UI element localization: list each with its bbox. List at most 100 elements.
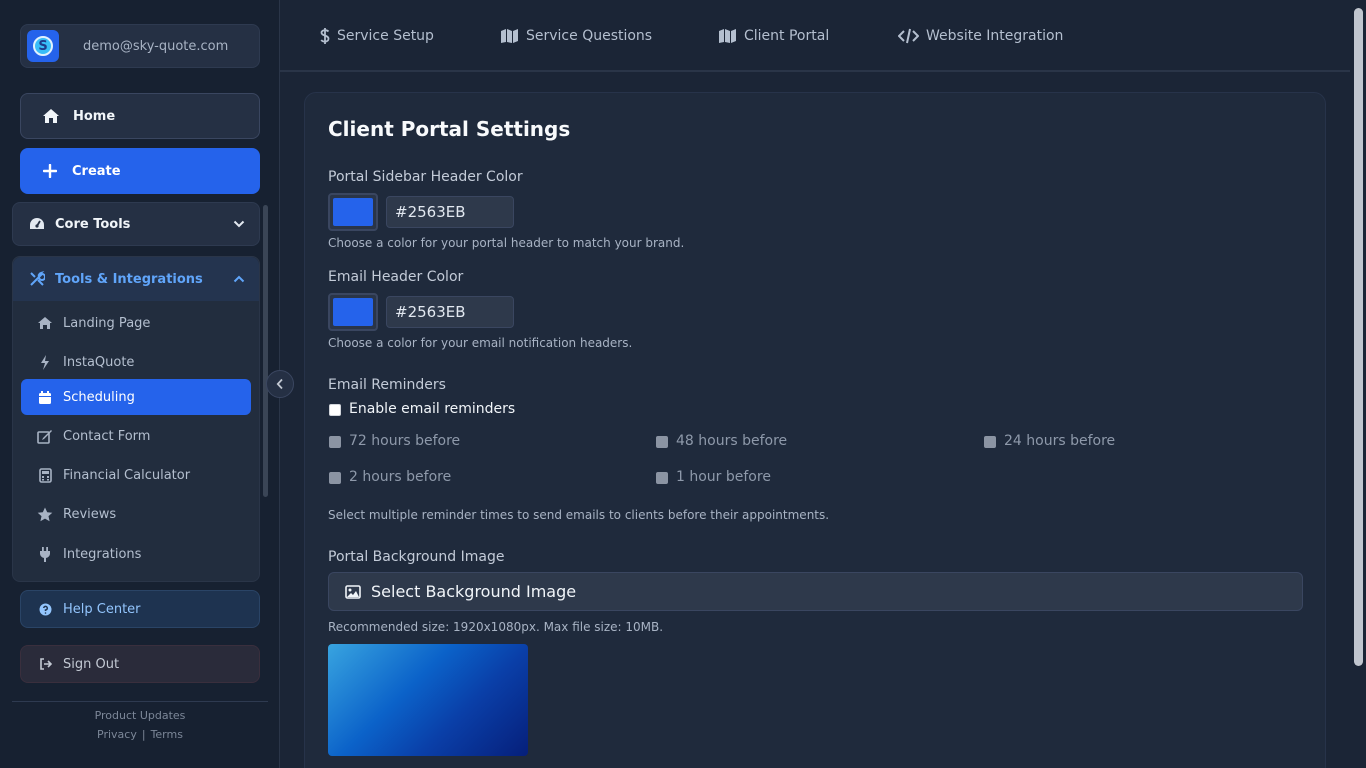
tab-label: Client Portal — [744, 28, 830, 44]
portal-sidebar-color-input[interactable]: #2563EB — [386, 196, 514, 228]
portal-sidebar-color-swatch[interactable] — [328, 193, 378, 231]
reminder-2h-checkbox[interactable] — [329, 472, 341, 484]
sidebar-item-label: Scheduling — [63, 389, 135, 405]
account-switcher[interactable]: S demo@sky-quote.com — [20, 24, 260, 68]
email-header-color-helper: Choose a color for your email notificati… — [328, 336, 633, 350]
background-image-helper: Recommended size: 1920x1080px. Max file … — [328, 620, 664, 634]
reminder-1h-checkbox[interactable] — [656, 472, 668, 484]
home-icon — [37, 316, 53, 330]
email-header-color-input[interactable]: #2563EB — [386, 296, 514, 328]
top-nav: Service Setup Service Questions Client P… — [280, 0, 1350, 72]
page-title: Client Portal Settings — [328, 117, 571, 141]
plus-icon — [40, 164, 60, 178]
help-center-button[interactable]: Help Center — [20, 590, 260, 628]
sidebar-item-label: Reviews — [63, 506, 117, 522]
product-updates-link[interactable]: Product Updates — [0, 709, 280, 722]
footer-links: Privacy | Terms — [0, 728, 280, 741]
sidebar-item-contact-form[interactable]: Contact Form — [21, 418, 251, 454]
portal-sidebar-color-label: Portal Sidebar Header Color — [328, 169, 523, 185]
image-icon — [345, 584, 361, 599]
sidebar-item-reviews[interactable]: Reviews — [21, 496, 251, 532]
sidebar-item-integrations[interactable]: Integrations — [21, 536, 251, 572]
terms-link[interactable]: Terms — [151, 728, 183, 741]
chevron-left-icon — [276, 378, 284, 390]
sign-out-icon — [39, 658, 53, 670]
reminders-helper: Select multiple reminder times to send e… — [328, 508, 830, 522]
collapse-sidebar-button[interactable] — [266, 370, 294, 398]
map-icon — [718, 28, 737, 44]
tools-integrations-toggle[interactable]: Tools & Integrations — [13, 257, 259, 301]
tab-label: Service Setup — [337, 28, 434, 44]
color-swatch-fill — [333, 198, 373, 226]
email-header-color-label: Email Header Color — [328, 269, 464, 285]
sidebar-item-landing-page[interactable]: Landing Page — [21, 305, 251, 341]
tab-service-questions[interactable]: Service Questions — [500, 24, 652, 48]
enable-reminders-checkbox[interactable] — [329, 404, 341, 416]
core-tools-label: Core Tools — [55, 216, 131, 232]
email-header-color-swatch[interactable] — [328, 293, 378, 331]
select-background-button[interactable]: Select Background Image — [328, 572, 1303, 611]
tab-website-integration[interactable]: Website Integration — [898, 24, 1063, 48]
privacy-link[interactable]: Privacy — [97, 728, 137, 741]
account-email: demo@sky-quote.com — [83, 38, 229, 54]
page-scrollbar[interactable] — [1352, 0, 1366, 768]
reminder-1h-label: 1 hour before — [676, 469, 771, 485]
tools-integrations-label: Tools & Integrations — [55, 271, 203, 287]
tab-service-setup[interactable]: Service Setup — [320, 24, 434, 48]
tab-client-portal[interactable]: Client Portal — [718, 24, 829, 48]
tools-integrations-group: Tools & Integrations Landing Page InstaQ… — [12, 256, 260, 582]
email-reminders-label: Email Reminders — [328, 377, 446, 393]
calendar-icon — [37, 390, 53, 405]
chevron-down-icon — [233, 220, 245, 228]
sidebar: S demo@sky-quote.com Home Create Core To… — [0, 0, 280, 768]
dollar-icon — [320, 27, 330, 45]
map-icon — [500, 28, 519, 44]
sidebar-item-label: InstaQuote — [63, 354, 135, 370]
background-image-preview — [328, 644, 528, 756]
sidebar-item-instaquote[interactable]: InstaQuote — [21, 344, 251, 380]
calculator-icon — [37, 467, 53, 483]
reminder-72h-checkbox[interactable] — [329, 436, 341, 448]
home-label: Home — [73, 108, 116, 124]
chevron-up-icon — [233, 275, 245, 283]
background-image-label: Portal Background Image — [328, 549, 505, 565]
reminder-48h-label: 48 hours before — [676, 433, 788, 449]
edit-icon — [37, 429, 53, 444]
reminder-24h-label: 24 hours before — [1004, 433, 1116, 449]
enable-reminders-label: Enable email reminders — [349, 401, 516, 417]
sidebar-scroll-area: Core Tools Tools & Integrations Landing … — [12, 202, 260, 582]
question-circle-icon — [39, 603, 53, 616]
sidebar-divider — [12, 701, 268, 702]
sidebar-item-label: Landing Page — [63, 315, 151, 331]
reminder-2h-label: 2 hours before — [349, 469, 452, 485]
tools-icon — [29, 271, 47, 287]
core-tools-toggle[interactable]: Core Tools — [12, 202, 260, 246]
home-icon — [41, 108, 61, 124]
logo-icon: S — [33, 36, 53, 56]
code-icon — [898, 28, 919, 44]
tab-label: Website Integration — [926, 28, 1064, 44]
create-label: Create — [72, 163, 121, 179]
create-button[interactable]: Create — [20, 148, 260, 194]
star-icon — [37, 507, 53, 522]
sidebar-scrollbar[interactable] — [263, 205, 268, 497]
sidebar-item-label: Financial Calculator — [63, 467, 191, 483]
sign-out-label: Sign Out — [63, 656, 120, 672]
page-scrollbar-thumb[interactable] — [1354, 8, 1363, 666]
bolt-icon — [37, 354, 53, 370]
tab-label: Service Questions — [526, 28, 653, 44]
home-button[interactable]: Home — [20, 93, 260, 139]
reminder-48h-checkbox[interactable] — [656, 436, 668, 448]
sign-out-button[interactable]: Sign Out — [20, 645, 260, 683]
sidebar-item-scheduling[interactable]: Scheduling — [21, 379, 251, 415]
help-center-label: Help Center — [63, 601, 141, 617]
select-background-label: Select Background Image — [371, 582, 577, 601]
reminder-24h-checkbox[interactable] — [984, 436, 996, 448]
sidebar-item-label: Integrations — [63, 546, 142, 562]
portal-sidebar-color-helper: Choose a color for your portal header to… — [328, 236, 685, 250]
sidebar-item-financial-calculator[interactable]: Financial Calculator — [21, 457, 251, 493]
sidebar-item-label: Contact Form — [63, 428, 151, 444]
reminder-72h-label: 72 hours before — [349, 433, 461, 449]
color-swatch-fill — [333, 298, 373, 326]
app-logo: S — [27, 30, 59, 62]
